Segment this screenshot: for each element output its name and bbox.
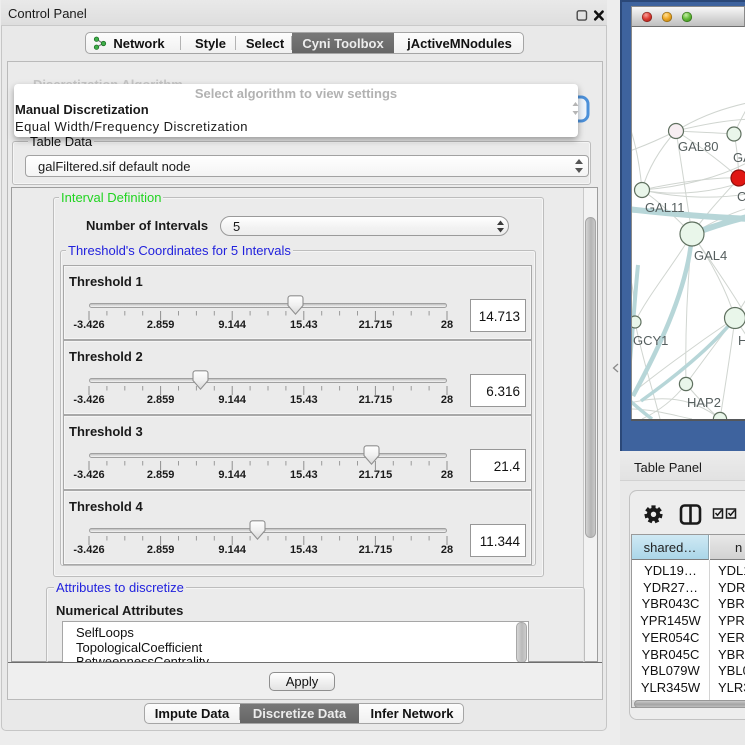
svg-text:GA: GA xyxy=(733,150,745,165)
svg-text:GAL11: GAL11 xyxy=(645,200,685,215)
svg-text:H: H xyxy=(738,333,745,348)
svg-text:GCY1: GCY1 xyxy=(633,333,668,348)
svg-text:HAP2: HAP2 xyxy=(687,395,721,410)
svg-text:GAL4: GAL4 xyxy=(694,248,727,263)
svg-text:C: C xyxy=(737,189,745,204)
svg-text:GAL80: GAL80 xyxy=(678,139,718,154)
